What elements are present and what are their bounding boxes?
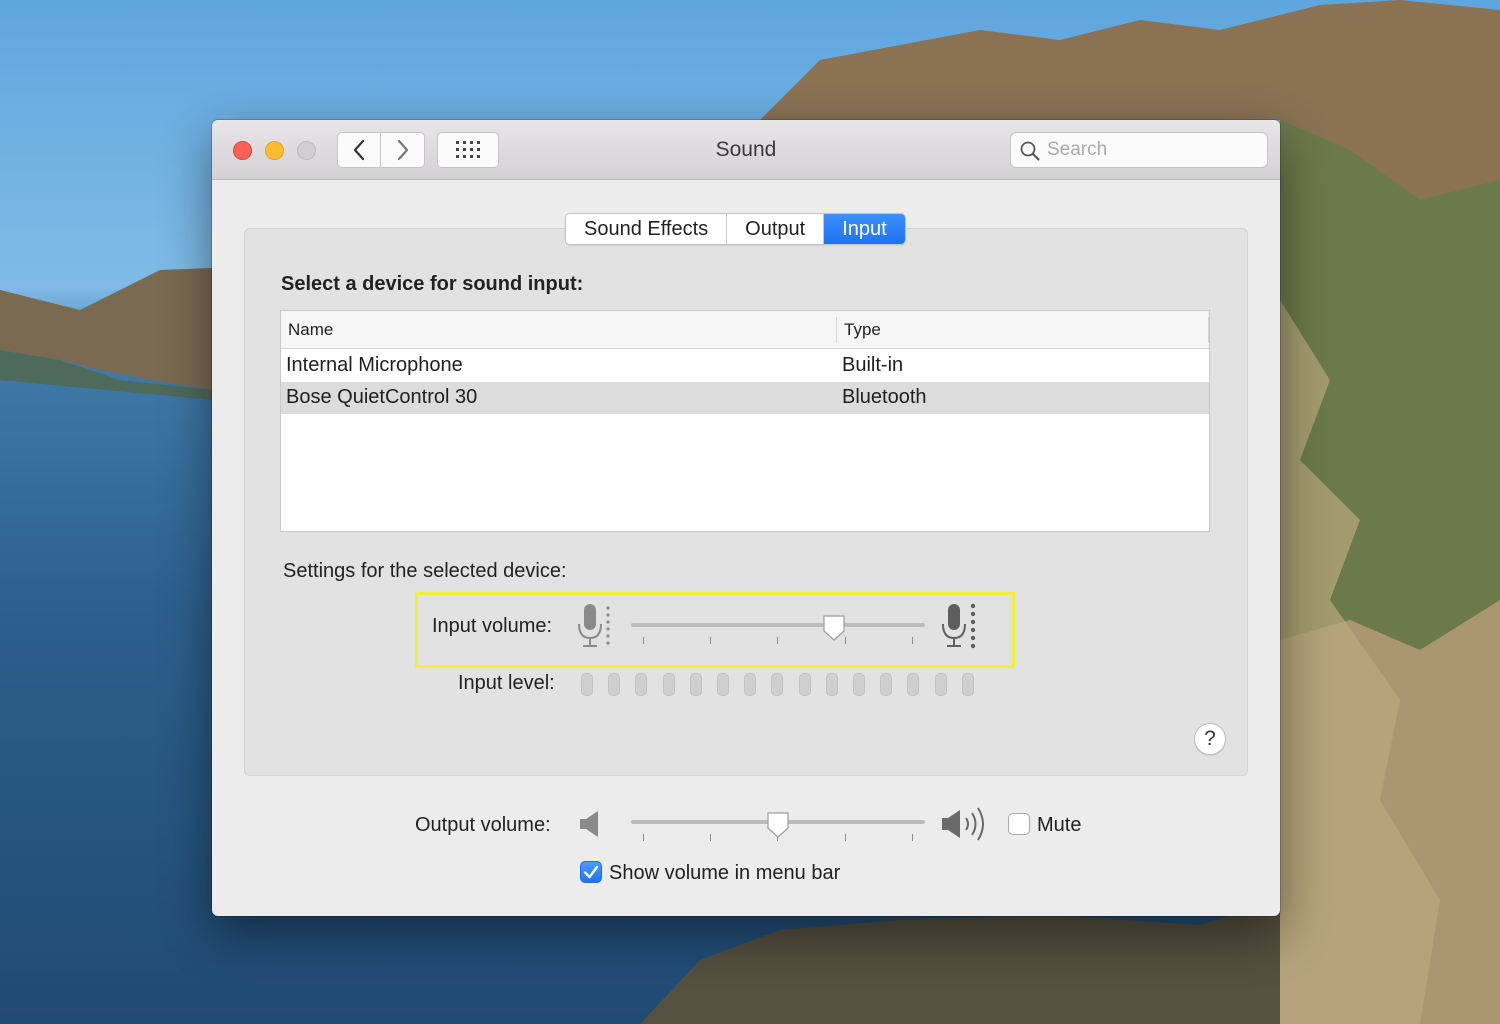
- table-header: Name Type: [281, 311, 1209, 349]
- checkmark-icon: [583, 865, 599, 879]
- slider-knob[interactable]: [765, 811, 791, 839]
- device-type: Bluetooth: [842, 386, 927, 408]
- input-level-segment: [608, 673, 621, 696]
- settings-label: Settings for the selected device:: [283, 560, 567, 582]
- show-volume-checkbox[interactable]: [580, 861, 602, 883]
- slider-knob[interactable]: [821, 614, 847, 642]
- input-level-segment: [771, 673, 784, 696]
- tab-sound-effects[interactable]: Sound Effects: [566, 214, 728, 244]
- input-level-segment: [825, 673, 838, 696]
- search-icon: [1020, 141, 1040, 161]
- column-divider: [836, 317, 837, 343]
- title-bar: Sound: [212, 120, 1280, 180]
- device-type: Built-in: [842, 354, 904, 376]
- input-level-segment: [880, 673, 893, 696]
- input-level-segment: [934, 673, 947, 696]
- device-name: Bose QuietControl 30: [286, 386, 478, 408]
- slider-tick: [643, 637, 644, 644]
- slider-tick: [845, 834, 846, 841]
- mute-checkbox[interactable]: [1008, 813, 1030, 835]
- sound-preferences-window: Sound Sound Effects Output Input Select …: [212, 120, 1280, 916]
- input-level-segment: [744, 673, 757, 696]
- slider-tick: [777, 637, 778, 644]
- input-level-segment: [662, 673, 675, 696]
- tab-output[interactable]: Output: [727, 214, 825, 244]
- slider-tick: [710, 834, 711, 841]
- table-row[interactable]: Bose QuietControl 30 Bluetooth: [281, 382, 1209, 414]
- column-header-type[interactable]: Type: [844, 320, 881, 340]
- slider-track: [631, 623, 925, 627]
- search-field[interactable]: [1010, 132, 1268, 168]
- input-level-segment: [635, 673, 648, 696]
- input-volume-slider[interactable]: [631, 615, 925, 647]
- show-volume-label: Show volume in menu bar: [609, 862, 841, 884]
- input-level-label: Input level:: [458, 672, 555, 694]
- table-row[interactable]: Internal Microphone Built-in: [281, 350, 1209, 382]
- slider-tick: [710, 637, 711, 644]
- speaker-high-icon: [942, 807, 984, 841]
- slider-tick: [912, 834, 913, 841]
- input-level-segment: [581, 673, 593, 696]
- input-level-segment: [689, 673, 702, 696]
- input-level-segment: [798, 673, 811, 696]
- tab-input[interactable]: Input: [824, 214, 905, 244]
- slider-tick: [912, 637, 913, 644]
- microphone-low-icon: [578, 604, 610, 647]
- mute-label: Mute: [1037, 814, 1082, 836]
- input-volume-label: Input volume:: [432, 615, 553, 637]
- tab-bar: Sound Effects Output Input: [565, 213, 906, 245]
- column-header-name[interactable]: Name: [288, 320, 333, 340]
- input-level-segment: [853, 673, 865, 696]
- microphone-high-icon: [942, 603, 976, 649]
- search-input[interactable]: [1047, 137, 1257, 163]
- device-list-heading: Select a device for sound input:: [281, 273, 584, 295]
- input-level-segment: [907, 673, 920, 696]
- help-button[interactable]: ?: [1194, 723, 1226, 755]
- input-level-segment: [717, 673, 729, 696]
- speaker-low-icon: [580, 811, 598, 837]
- device-name: Internal Microphone: [286, 354, 463, 376]
- output-volume-label: Output volume:: [415, 814, 551, 836]
- column-divider: [1208, 317, 1209, 343]
- slider-tick: [643, 834, 644, 841]
- output-volume-slider[interactable]: [631, 812, 925, 844]
- input-level-segment: [961, 673, 974, 696]
- input-device-table[interactable]: Name Type Internal Microphone Built-in B…: [280, 310, 1210, 532]
